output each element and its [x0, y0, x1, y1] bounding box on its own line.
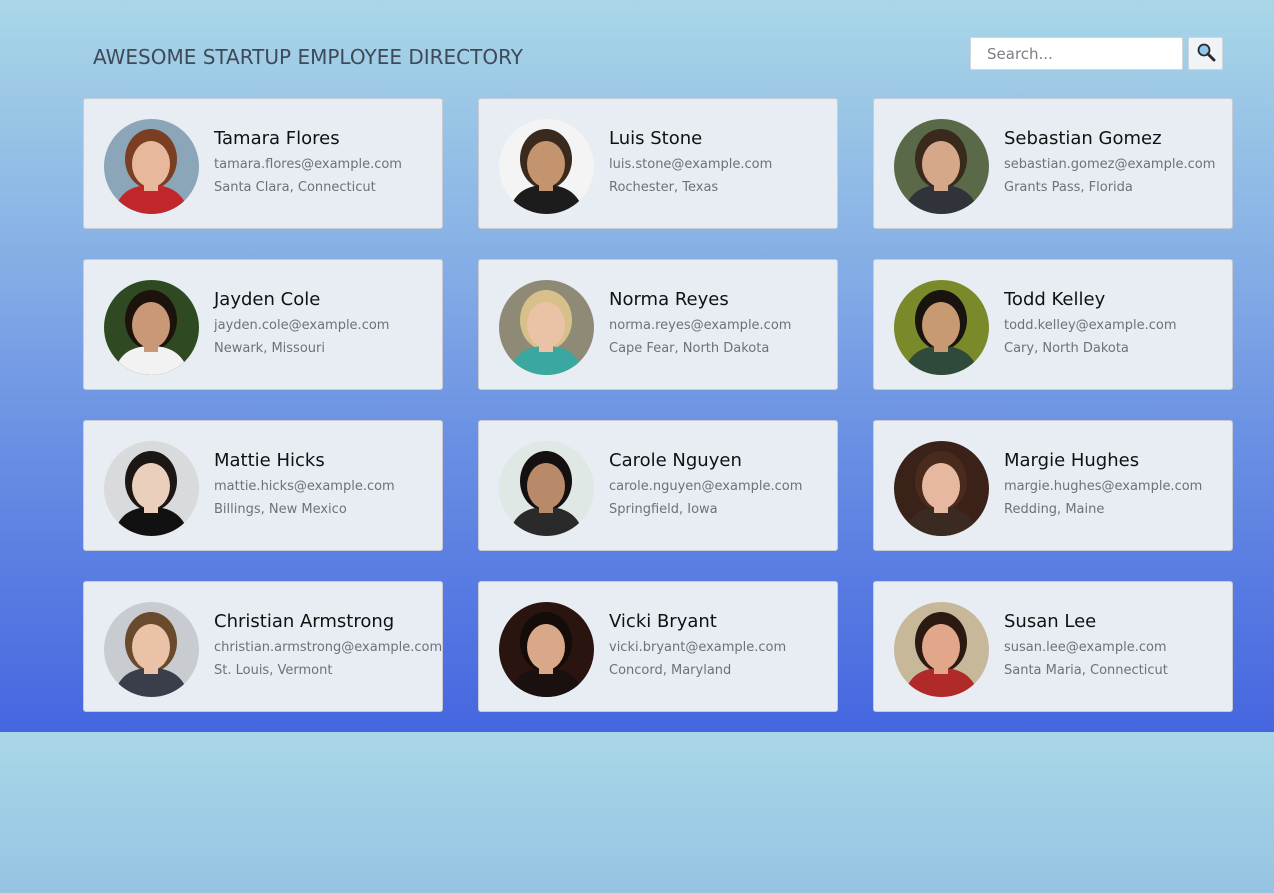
- avatar: [499, 280, 594, 375]
- employee-card[interactable]: Jayden Cole jayden.cole@example.com Newark…: [83, 259, 443, 390]
- employee-name: Jayden Cole: [214, 289, 321, 310]
- employee-card[interactable]: Carole Nguyen carole.nguyen@example.com Sp…: [478, 420, 838, 551]
- employee-location: Billings, New Mexico: [214, 502, 347, 517]
- employee-name: Tamara Flores: [214, 128, 340, 149]
- employee-name: Sebastian Gomez: [1004, 128, 1162, 149]
- employee-location: Cape Fear, North Dakota: [609, 341, 770, 356]
- employee-location: Springfield, Iowa: [609, 502, 718, 517]
- employee-email: jayden.cole@example.com: [214, 318, 390, 333]
- employee-email: margie.hughes@example.com: [1004, 479, 1203, 494]
- employee-location: Santa Maria, Connecticut: [1004, 663, 1168, 678]
- employee-location: St. Louis, Vermont: [214, 663, 333, 678]
- search-button[interactable]: [1188, 37, 1223, 70]
- employee-card[interactable]: Tamara Flores tamara.flores@example.com Sa…: [83, 98, 443, 229]
- employee-email: sebastian.gomez@example.com: [1004, 157, 1216, 172]
- avatar: [894, 602, 989, 697]
- magnifier-icon: [1196, 42, 1216, 65]
- employee-name: Luis Stone: [609, 128, 703, 149]
- avatar: [104, 280, 199, 375]
- page-background: [0, 732, 1274, 893]
- employee-name: Susan Lee: [1004, 611, 1097, 632]
- avatar: [499, 441, 594, 536]
- employee-name: Vicki Bryant: [609, 611, 717, 632]
- employee-name: Mattie Hicks: [214, 450, 325, 471]
- avatar: [894, 441, 989, 536]
- employee-name: Todd Kelley: [1004, 289, 1106, 310]
- employee-location: Redding, Maine: [1004, 502, 1105, 517]
- employee-card[interactable]: Norma Reyes norma.reyes@example.com Cape F…: [478, 259, 838, 390]
- employee-location: Newark, Missouri: [214, 341, 325, 356]
- avatar: [499, 119, 594, 214]
- employee-email: mattie.hicks@example.com: [214, 479, 395, 494]
- avatar: [104, 441, 199, 536]
- employee-email: todd.kelley@example.com: [1004, 318, 1177, 333]
- employee-name: Christian Armstrong: [214, 611, 395, 632]
- employee-name: Margie Hughes: [1004, 450, 1140, 471]
- employee-card[interactable]: Sebastian Gomez sebastian.gomez@example.c…: [873, 98, 1233, 229]
- avatar: [104, 602, 199, 697]
- employee-email: vicki.bryant@example.com: [609, 640, 787, 655]
- employee-card[interactable]: Vicki Bryant vicki.bryant@example.com Conc…: [478, 581, 838, 712]
- page-title: AWESOME STARTUP EMPLOYEE DIRECTORY: [93, 45, 523, 69]
- employee-card[interactable]: Mattie Hicks mattie.hicks@example.com Bill…: [83, 420, 443, 551]
- search-form: [970, 37, 1223, 70]
- search-input[interactable]: [970, 37, 1183, 70]
- avatar: [104, 119, 199, 214]
- employee-card[interactable]: Susan Lee susan.lee@example.com Santa Mari…: [873, 581, 1233, 712]
- employee-email: carole.nguyen@example.com: [609, 479, 803, 494]
- employee-card[interactable]: Christian Armstrong christian.armstrong@e…: [83, 581, 443, 712]
- employee-card[interactable]: Margie Hughes margie.hughes@example.com Re…: [873, 420, 1233, 551]
- avatar: [894, 119, 989, 214]
- employee-location: Cary, North Dakota: [1004, 341, 1129, 356]
- employee-location: Santa Clara, Connecticut: [214, 180, 376, 195]
- employee-card[interactable]: Todd Kelley todd.kelley@example.com Cary, …: [873, 259, 1233, 390]
- avatar: [894, 280, 989, 375]
- employee-email: christian.armstrong@example.com: [214, 640, 443, 655]
- employee-location: Rochester, Texas: [609, 180, 719, 195]
- employee-name: Carole Nguyen: [609, 450, 742, 471]
- employee-card[interactable]: Luis Stone luis.stone@example.com Rocheste…: [478, 98, 838, 229]
- avatar: [499, 602, 594, 697]
- employee-email: susan.lee@example.com: [1004, 640, 1167, 655]
- employee-email: norma.reyes@example.com: [609, 318, 792, 333]
- employee-email: luis.stone@example.com: [609, 157, 773, 172]
- employee-location: Concord, Maryland: [609, 663, 732, 678]
- employee-email: tamara.flores@example.com: [214, 157, 402, 172]
- employee-location: Grants Pass, Florida: [1004, 180, 1133, 195]
- employee-name: Norma Reyes: [609, 289, 729, 310]
